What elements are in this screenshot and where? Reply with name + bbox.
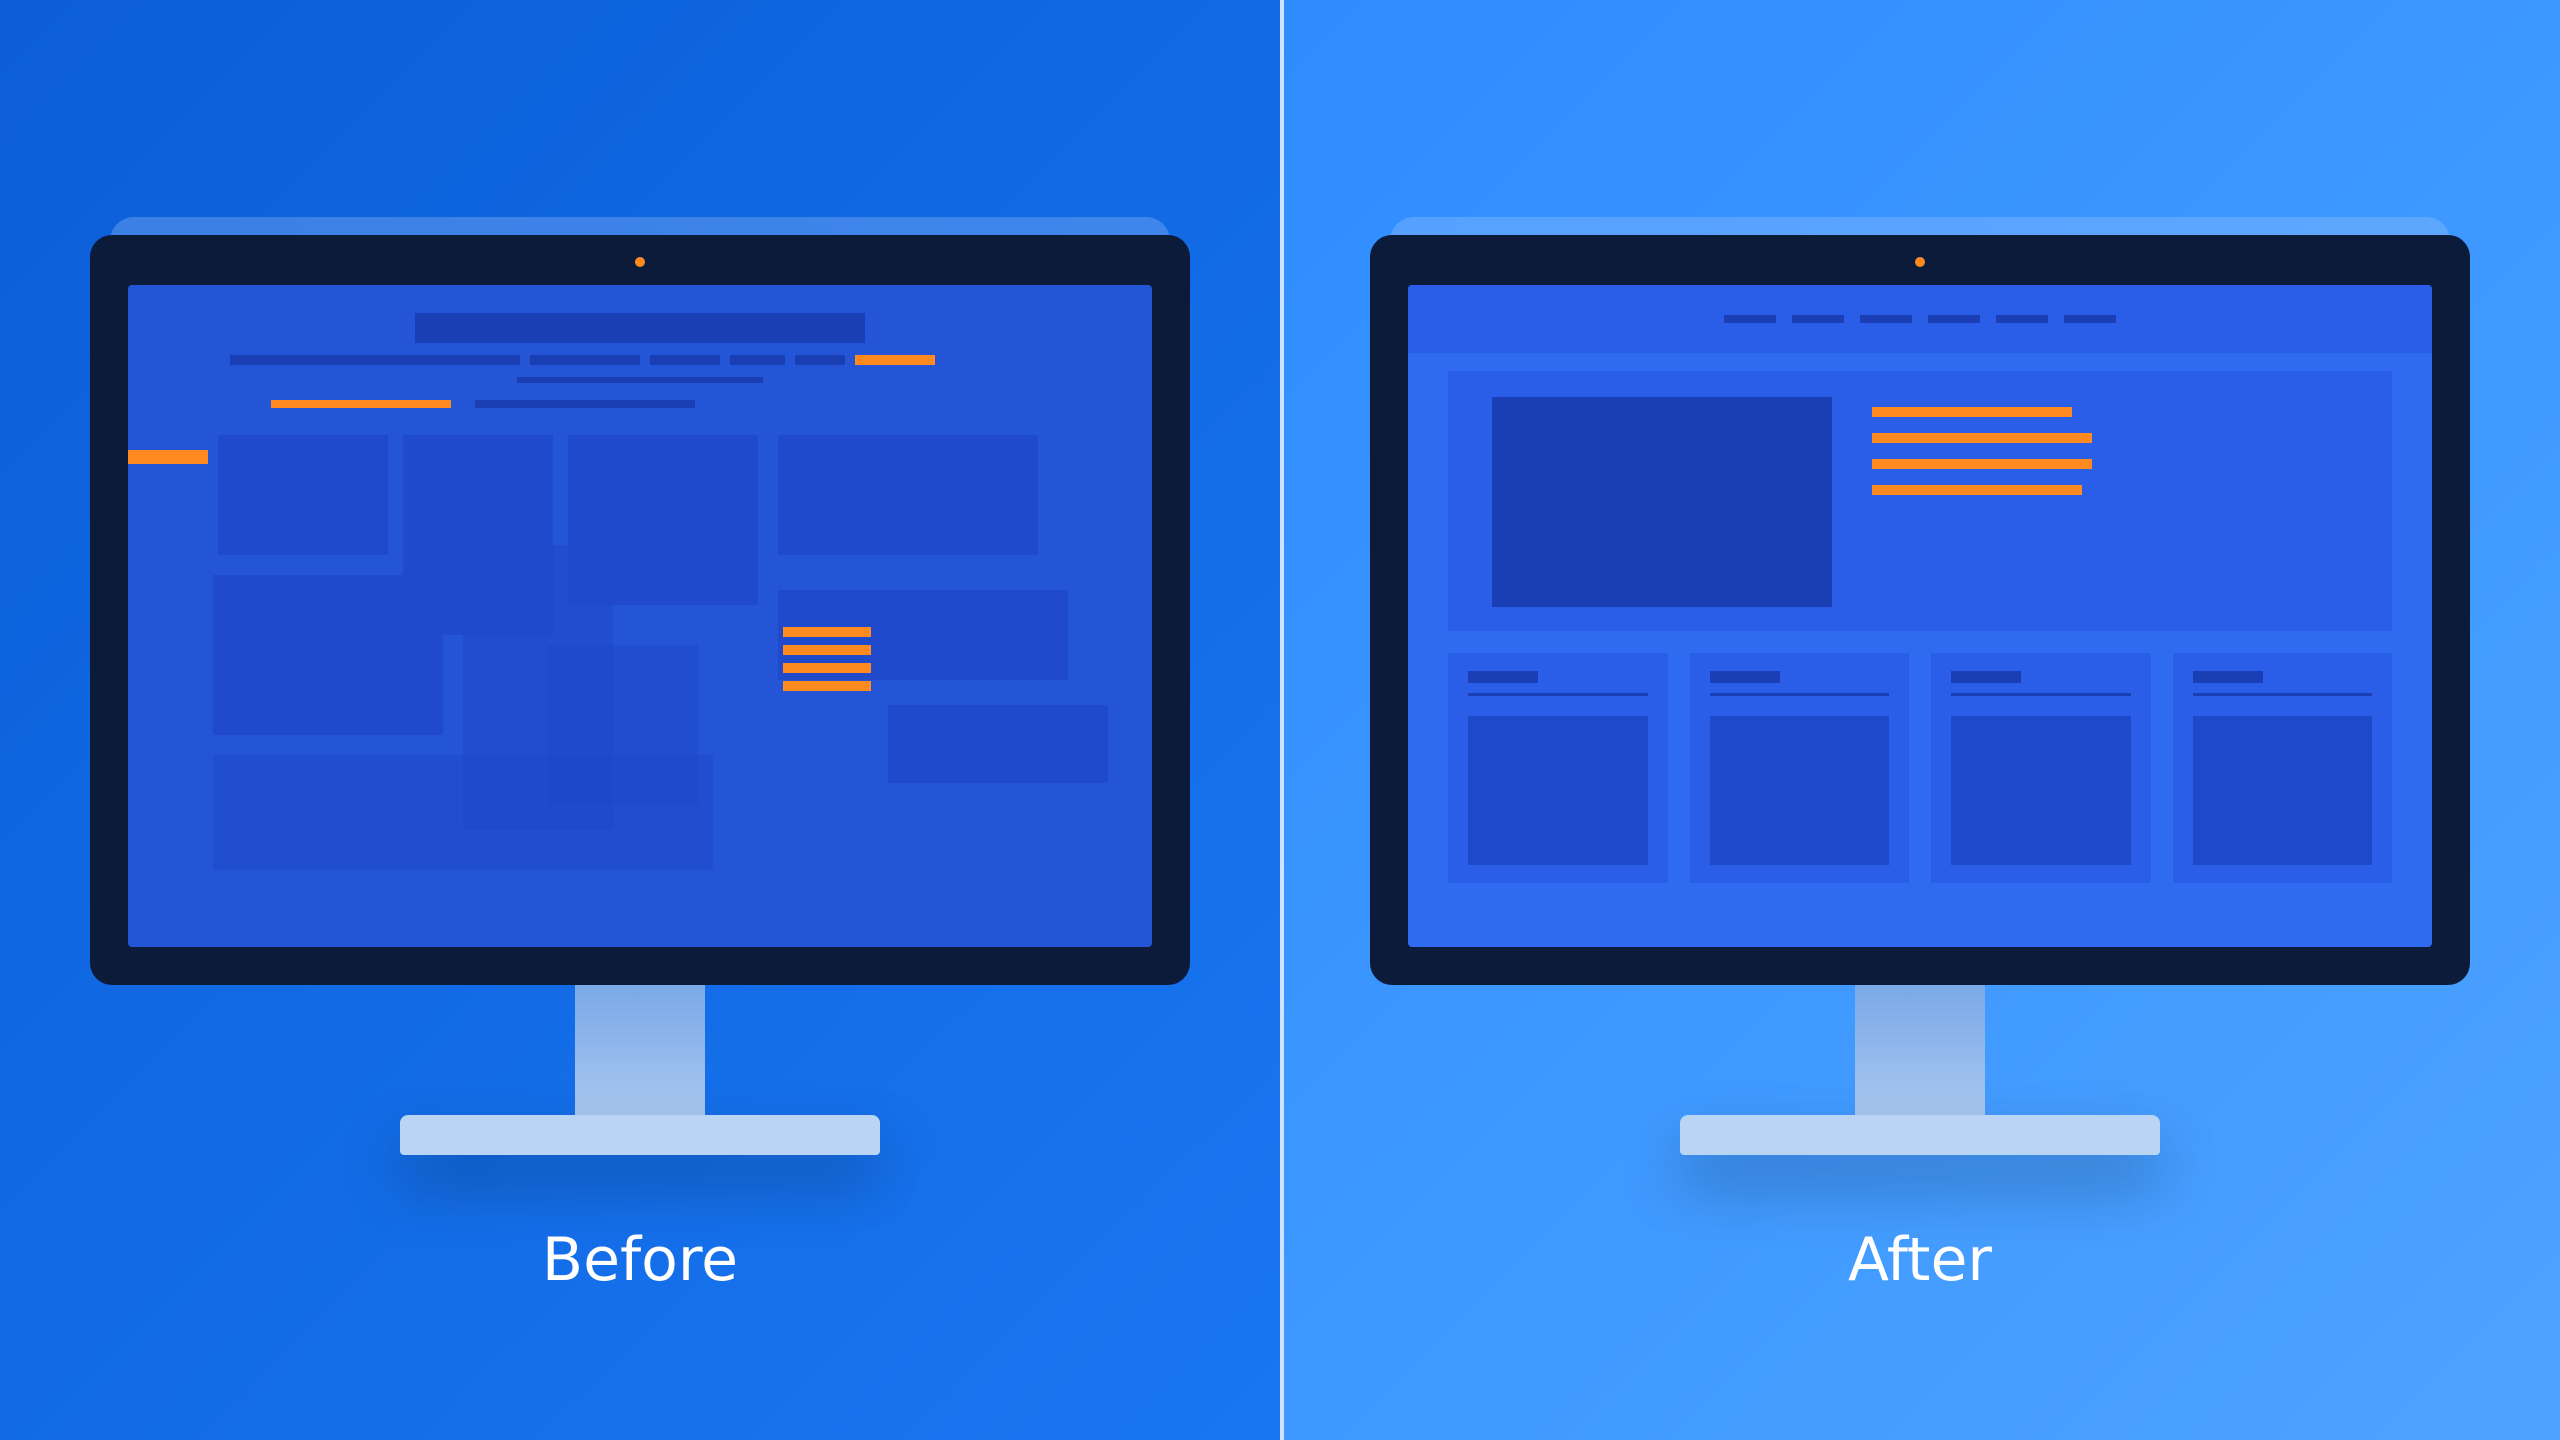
text-line-accent (783, 681, 871, 691)
wireframe-card (1690, 653, 1910, 883)
card-divider (1468, 693, 1648, 696)
nav-segment (230, 355, 520, 365)
card-image (1468, 716, 1648, 865)
hero-text-block (1872, 397, 2092, 495)
wireframe-card-row (1448, 653, 2392, 883)
card-divider (1710, 693, 1890, 696)
wireframe-text-lines (783, 627, 871, 691)
monitor-stand-base (1680, 1115, 2160, 1155)
wireframe-hero (1448, 371, 2392, 631)
wireframe-block (218, 435, 388, 555)
monitor-bezel (1370, 235, 2470, 985)
underline-accent (271, 400, 451, 408)
underline-dark (475, 400, 695, 408)
after-monitor (1370, 235, 2470, 1155)
after-panel: After (1280, 0, 2560, 1440)
nav-segment (650, 355, 720, 365)
card-title (1468, 671, 1538, 683)
card-title (1710, 671, 1780, 683)
after-screen (1408, 285, 2432, 947)
wireframe-subtitle (517, 377, 763, 383)
nav-item (2064, 315, 2116, 323)
monitor-bezel (90, 235, 1190, 985)
wireframe-tag-accent (128, 450, 208, 464)
wireframe-block (778, 435, 1038, 555)
wireframe-topbar (1408, 285, 2432, 353)
wireframe-card (1448, 653, 1668, 883)
hero-line-accent (1872, 407, 2072, 417)
monitor-stand-neck (575, 985, 705, 1115)
before-monitor (90, 235, 1190, 1155)
hero-image-block (1492, 397, 1832, 607)
card-image (2193, 716, 2373, 865)
hero-line-accent (1872, 459, 2092, 469)
monitor-stand-neck (1855, 985, 1985, 1115)
wireframe-block (888, 705, 1108, 783)
nav-segment (730, 355, 785, 365)
text-line-accent (783, 663, 871, 673)
nav-item (1860, 315, 1912, 323)
card-divider (1951, 693, 2131, 696)
nav-item (1792, 315, 1844, 323)
card-title (1951, 671, 2021, 683)
nav-item (1996, 315, 2048, 323)
wireframe-card (2173, 653, 2393, 883)
card-title (2193, 671, 2263, 683)
nav-segment (795, 355, 845, 365)
wireframe-nav (230, 355, 1049, 365)
nav-item (1724, 315, 1776, 323)
after-label: After (1848, 1225, 1992, 1295)
wireframe-card (1931, 653, 2151, 883)
hero-line-accent (1872, 485, 2082, 495)
card-image (1951, 716, 2131, 865)
before-panel: Before (0, 0, 1280, 1440)
nav-item (1928, 315, 1980, 323)
wireframe-underline-row (271, 400, 695, 408)
wireframe-block (548, 645, 698, 805)
hero-line-accent (1872, 433, 2092, 443)
text-line-accent (783, 645, 871, 655)
camera-icon (635, 257, 645, 267)
before-screen (128, 285, 1152, 947)
wireframe-block (213, 575, 443, 735)
monitor-stand-base (400, 1115, 880, 1155)
card-image (1710, 716, 1890, 865)
before-label: Before (542, 1225, 738, 1295)
panel-divider (1280, 0, 1284, 1440)
camera-icon (1915, 257, 1925, 267)
text-line-accent (783, 627, 871, 637)
wireframe-title-bar (415, 313, 866, 343)
card-divider (2193, 693, 2373, 696)
nav-segment (530, 355, 640, 365)
nav-segment-accent (855, 355, 935, 365)
